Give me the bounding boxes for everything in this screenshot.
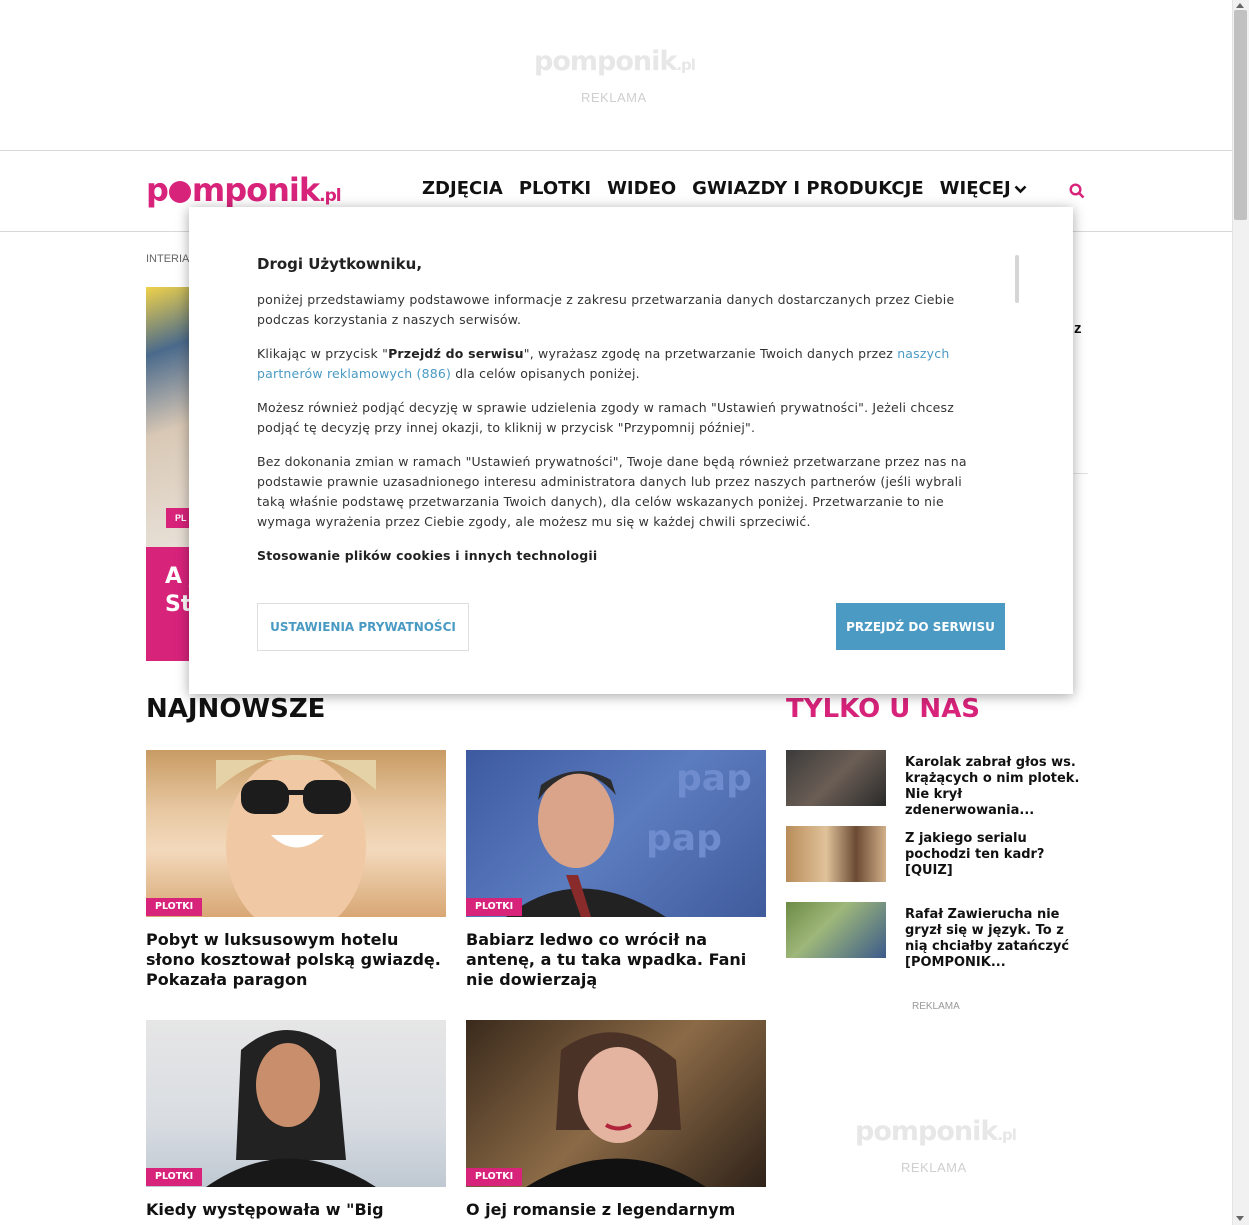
- section-title-najnowsze: NAJNOWSZE: [146, 694, 326, 724]
- side-item-image[interactable]: [786, 826, 886, 882]
- card-title[interactable]: Pobyt w luksusowym hotelu słono kosztowa…: [146, 930, 446, 990]
- privacy-settings-button[interactable]: USTAWIENIA PRYWATNOŚCI: [257, 603, 469, 651]
- nav-item-wiecej[interactable]: WIĘCEJ: [940, 178, 1027, 199]
- card-image[interactable]: [146, 1020, 446, 1187]
- card-title[interactable]: Babiarz ledwo co wrócił na antenę, a tu …: [466, 930, 766, 990]
- go-to-site-button[interactable]: PRZEJDŹ DO SERWISU: [836, 603, 1005, 650]
- svg-text:pap: pap: [646, 818, 722, 859]
- card-badge[interactable]: PLOTKI: [466, 1168, 523, 1186]
- page-scrollbar-thumb[interactable]: [1234, 10, 1247, 220]
- woman-portrait-photo: [526, 1032, 706, 1187]
- main-nav: ZDJĘCIA PLOTKI WIDEO GWIAZDY I PRODUKCJE…: [422, 178, 1027, 199]
- side-ad-label: REKLAMA: [901, 1160, 967, 1175]
- nav-item-wideo[interactable]: WIDEO: [607, 178, 676, 199]
- modal-title: Drogi Użytkowniku,: [257, 255, 423, 273]
- ad-label: REKLAMA: [581, 90, 647, 105]
- card-image[interactable]: [146, 750, 446, 935]
- card-title[interactable]: O jej romansie z legendarnym: [466, 1200, 766, 1220]
- card-image[interactable]: pap pap: [466, 750, 766, 917]
- nav-item-plotki[interactable]: PLOTKI: [519, 178, 591, 199]
- svg-text:pap: pap: [676, 758, 752, 799]
- side-fragment-text: z: [1074, 320, 1082, 337]
- side-item-title[interactable]: Z jakiego serialu pochodzi ten kadr? [QU…: [905, 831, 1090, 879]
- section-title-tylko-u-nas: TYLKO U NAS: [786, 694, 981, 724]
- chevron-down-icon: [1014, 185, 1027, 194]
- side-item-image[interactable]: [786, 902, 886, 958]
- card-title[interactable]: Kiedy występowała w "Big: [146, 1200, 446, 1220]
- scroll-down-arrow-icon[interactable]: [1236, 1216, 1244, 1221]
- modal-paragraph: Bez dokonania zmian w ramach "Ustawień p…: [257, 454, 967, 529]
- breadcrumb[interactable]: INTERIA: [146, 253, 189, 265]
- search-icon[interactable]: [1069, 183, 1085, 199]
- modal-scrollbar[interactable]: [1015, 255, 1019, 303]
- modal-body: poniżej przedstawiamy podstawowe informa…: [257, 290, 979, 580]
- scroll-up-arrow-icon[interactable]: [1236, 3, 1244, 8]
- modal-subheading: Stosowanie plików cookies i innych techn…: [257, 548, 598, 563]
- side-item-title[interactable]: Karolak zabrał głos ws. krążących o nim …: [905, 755, 1090, 819]
- card-badge[interactable]: PLOTKI: [466, 898, 523, 916]
- consent-modal: Drogi Użytkowniku, poniżej przedstawiamy…: [189, 207, 1073, 694]
- modal-paragraph: Klikając w przycisk "Przejdź do serwisu"…: [257, 346, 950, 381]
- hero-badge: PL: [166, 508, 190, 528]
- woman-portrait-photo: [206, 1030, 376, 1187]
- side-item-title[interactable]: Rafał Zawierucha nie gryzł się w język. …: [905, 907, 1090, 971]
- nav-item-gwiazdy[interactable]: GWIAZDY I PRODUKCJE: [692, 178, 923, 199]
- modal-paragraph: Możesz również podjąć decyzję w sprawie …: [257, 400, 955, 435]
- sunglasses-photo: [216, 755, 376, 935]
- site-logo[interactable]: p mponik.pl: [146, 171, 342, 209]
- ad-label-small: REKLAMA: [912, 1001, 960, 1012]
- man-portrait-photo: pap pap: [506, 758, 752, 917]
- card-badge[interactable]: PLOTKI: [146, 1168, 203, 1186]
- side-item-image[interactable]: [786, 750, 886, 806]
- nav-item-zdjecia[interactable]: ZDJĘCIA: [422, 178, 503, 199]
- card-image[interactable]: [466, 1020, 766, 1187]
- side-ad-logo: pomponik.pl: [855, 1116, 1017, 1147]
- side-divider: [1074, 473, 1088, 474]
- ad-logo: pomponik.pl: [534, 46, 696, 77]
- modal-paragraph: poniżej przedstawiamy podstawowe informa…: [257, 292, 955, 327]
- card-badge[interactable]: PLOTKI: [146, 898, 203, 916]
